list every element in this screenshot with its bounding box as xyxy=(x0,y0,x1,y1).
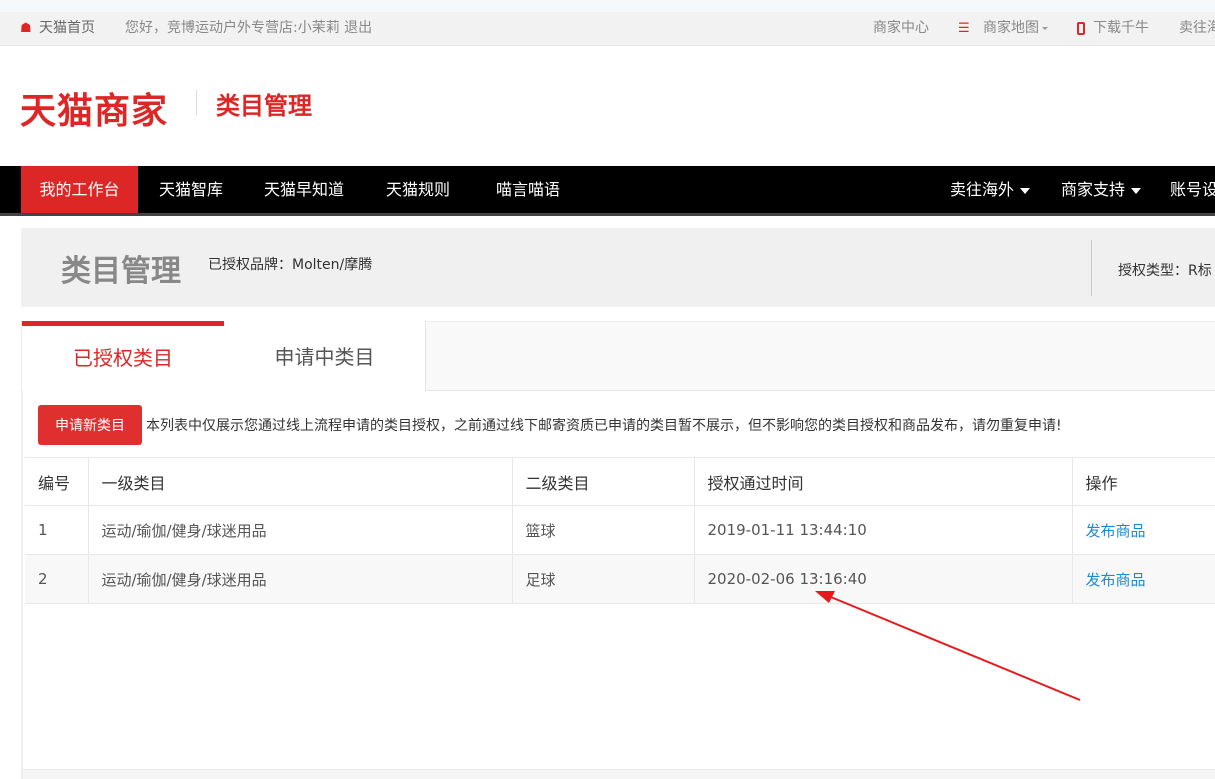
list-icon: ☰ xyxy=(958,21,970,36)
nav-item-merchant-support[interactable]: 商家支持 xyxy=(1061,166,1142,213)
user-greeting[interactable]: 您好，竞博运动户外专营店:小茉莉 退出 xyxy=(125,12,372,45)
tab-content: 申请新类目 本列表中仅展示您通过线上流程申请的类目授权，之前通过线下邮寄资质已申… xyxy=(21,391,1215,779)
header-title: 类目管理 xyxy=(216,92,312,120)
merchant-map-dropdown[interactable]: 商家地图 xyxy=(983,12,1048,45)
chevron-down-icon xyxy=(1131,187,1142,194)
main-navbar: 我的工作台 天猫智库 天猫早知道 天猫规则 喵言喵语 卖往海外 商家支持 账号设 xyxy=(0,166,1215,216)
publish-product-link[interactable]: 发布商品 xyxy=(1086,522,1146,540)
apply-new-category-button[interactable]: 申请新类目 xyxy=(38,405,142,445)
top-strip xyxy=(0,0,1215,12)
authorization-type: 授权类型：R标 xyxy=(1118,263,1212,279)
chevron-down-icon xyxy=(1042,26,1048,30)
merchant-map-label: 商家地图 xyxy=(983,20,1039,36)
page-header: 天猫商家 类目管理 xyxy=(0,46,1215,166)
nav-sell-abroad-label: 卖往海外 xyxy=(950,180,1015,199)
panel-title: 类目管理 xyxy=(61,254,181,289)
column-header-level2: 二级类目 xyxy=(512,457,695,506)
cell-auth-time: 2020-02-06 13:16:40 xyxy=(694,554,1073,604)
table-row: 2 运动/瑜伽/健身/球迷用品 足球 2020-02-06 13:16:40 发… xyxy=(25,554,1215,604)
sell-abroad-link[interactable]: 卖往海 xyxy=(1179,12,1215,45)
nav-item-rules[interactable]: 天猫规则 xyxy=(386,166,450,213)
cell-auth-time: 2019-01-11 13:44:10 xyxy=(694,505,1073,555)
cell-level2-category: 足球 xyxy=(512,554,695,604)
cell-number: 1 xyxy=(25,505,89,555)
column-header-action: 操作 xyxy=(1072,457,1215,506)
merchant-center-link[interactable]: 商家中心 xyxy=(873,12,929,45)
header-divider xyxy=(196,90,197,116)
table-header-row: 编号 一级类目 二级类目 授权通过时间 操作 xyxy=(25,457,1215,506)
site-topbar: ☗ 天猫首页 您好，竞博运动户外专营店:小茉莉 退出 商家中心 ☰ 商家地图 下… xyxy=(0,12,1215,46)
authorized-brand: 已授权品牌：Molten/摩腾 xyxy=(208,257,373,273)
tab-authorized-categories[interactable]: 已授权类目 xyxy=(22,321,224,391)
category-tabs: 已授权类目 申请中类目 xyxy=(21,321,1215,391)
nav-item-account-settings[interactable]: 账号设 xyxy=(1170,166,1215,213)
nav-merchant-support-label: 商家支持 xyxy=(1061,180,1126,199)
home-icon[interactable]: ☗ xyxy=(20,12,32,45)
authorized-categories-table: 编号 一级类目 二级类目 授权通过时间 操作 1 运动/瑜伽/健身/球迷用品 篮… xyxy=(25,457,1215,604)
cell-action: 发布商品 xyxy=(1072,505,1215,555)
chevron-down-icon xyxy=(1020,187,1031,194)
notice-text: 本列表中仅展示您通过线上流程申请的类目授权，之前通过线下邮寄资质已申请的类目暂不… xyxy=(146,418,1062,434)
cell-number: 2 xyxy=(25,554,89,604)
tmall-merchant-logo[interactable]: 天猫商家 xyxy=(20,82,168,134)
table-row: 1 运动/瑜伽/健身/球迷用品 篮球 2019-01-11 13:44:10 发… xyxy=(25,505,1215,555)
panel-divider xyxy=(1091,240,1092,296)
nav-item-meow-talk[interactable]: 喵言喵语 xyxy=(496,166,560,213)
table-footer-bar xyxy=(23,769,1215,779)
nav-item-workbench[interactable]: 我的工作台 xyxy=(21,166,138,213)
category-info-panel: 类目管理 已授权品牌：Molten/摩腾 授权类型：R标 xyxy=(21,228,1215,307)
cell-action: 发布商品 xyxy=(1072,554,1215,604)
column-header-number: 编号 xyxy=(25,457,89,506)
tab-applying-categories[interactable]: 申请中类目 xyxy=(224,321,426,391)
home-link[interactable]: 天猫首页 xyxy=(39,12,95,45)
nav-item-think-tank[interactable]: 天猫智库 xyxy=(159,166,223,213)
cell-level1-category: 运动/瑜伽/健身/球迷用品 xyxy=(88,554,513,604)
nav-item-early-know[interactable]: 天猫早知道 xyxy=(264,166,344,213)
column-header-auth-time: 授权通过时间 xyxy=(694,457,1073,506)
cell-level2-category: 篮球 xyxy=(512,505,695,555)
nav-item-sell-abroad[interactable]: 卖往海外 xyxy=(950,166,1031,213)
column-header-level1: 一级类目 xyxy=(88,457,513,506)
cell-level1-category: 运动/瑜伽/健身/球迷用品 xyxy=(88,505,513,555)
download-qianniu-link[interactable]: 下载千牛 xyxy=(1093,12,1149,45)
publish-product-link[interactable]: 发布商品 xyxy=(1086,571,1146,589)
phone-icon xyxy=(1077,22,1085,35)
